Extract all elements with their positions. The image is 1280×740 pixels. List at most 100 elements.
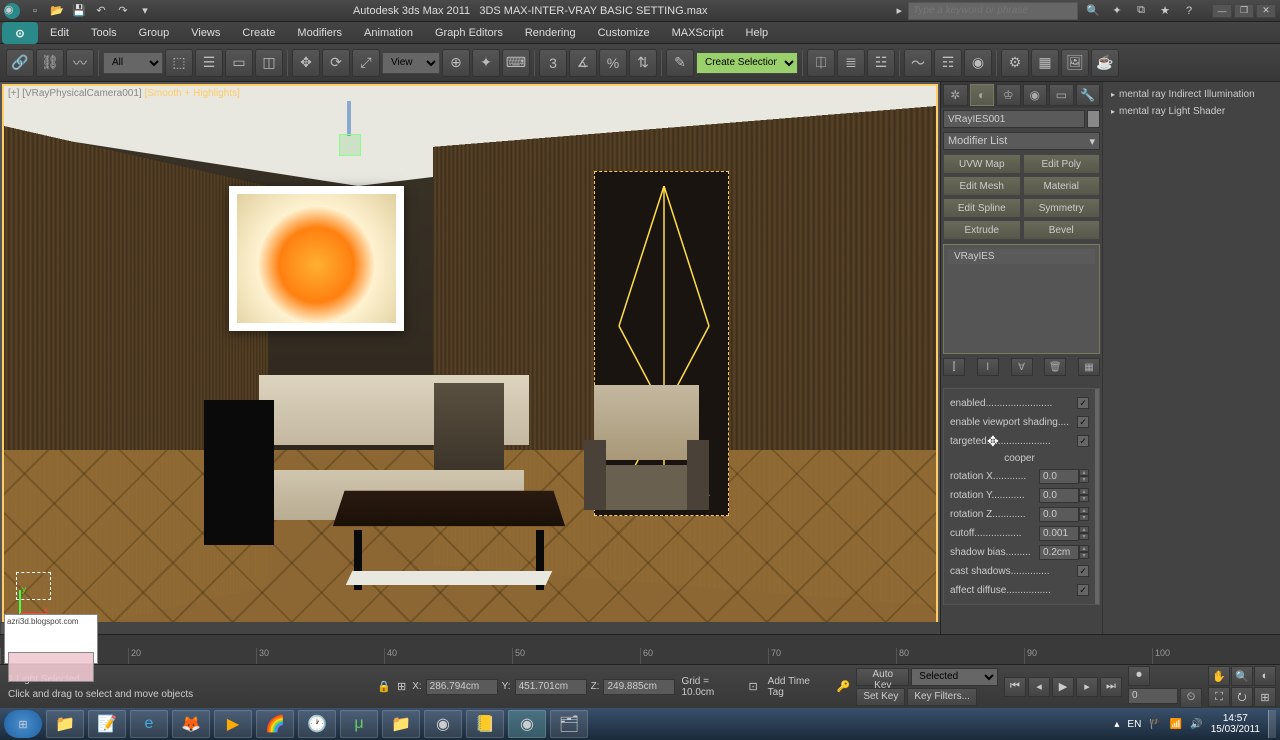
tray-network-icon[interactable]: 📶 [1170, 719, 1182, 730]
layers-icon[interactable]: ☳ [867, 49, 895, 77]
prev-frame-icon[interactable]: ◂ [1028, 677, 1050, 697]
tray-expand-icon[interactable]: ▴ [1114, 719, 1119, 730]
stack-pin-icon[interactable]: ⫿ [943, 358, 965, 376]
mod-extrude[interactable]: Extrude [943, 220, 1021, 240]
exchange-icon[interactable]: ⧉ [1132, 2, 1150, 20]
app-icon[interactable]: ◉ [4, 3, 20, 19]
show-desktop[interactable] [1268, 710, 1276, 738]
play-icon[interactable]: ▶ [1052, 677, 1074, 697]
maximize-vp-icon[interactable]: ⊞ [1254, 687, 1276, 707]
spinner-down-icon[interactable]: ▾ [1079, 476, 1089, 483]
rotate-icon[interactable]: ⟳ [322, 49, 350, 77]
qat-more-icon[interactable]: ▾ [136, 2, 154, 20]
task-chrome[interactable]: ◉ [424, 710, 462, 738]
viewport-area[interactable]: [+] [VRayPhysicalCamera001] [Smooth + Hi… [0, 82, 940, 634]
link-icon[interactable]: 🔗 [6, 49, 34, 77]
menu-grapheditors[interactable]: Graph Editors [425, 24, 513, 42]
autokey-button[interactable]: Auto Key [856, 668, 909, 686]
select-window-icon[interactable]: ◫ [255, 49, 283, 77]
schematic-icon[interactable]: ☶ [934, 49, 962, 77]
param-castshadows-checkbox[interactable]: ✓ [1077, 565, 1089, 577]
stack-remove-icon[interactable]: 🗑 [1044, 358, 1066, 376]
lock-icon[interactable]: 🔒 [377, 680, 391, 693]
spinner-snap-icon[interactable]: ⇅ [629, 49, 657, 77]
qat-redo-icon[interactable]: ↷ [114, 2, 132, 20]
ref-coord-dropdown[interactable]: View [382, 52, 440, 74]
modifier-stack[interactable]: VRayIES [943, 244, 1100, 354]
minimize-button[interactable]: — [1212, 4, 1232, 18]
tray-flag-icon[interactable]: 🏴 [1149, 719, 1161, 730]
coord-x-input[interactable] [426, 679, 498, 695]
menu-rendering[interactable]: Rendering [515, 24, 586, 42]
menu-views[interactable]: Views [181, 24, 230, 42]
menu-maxscript[interactable]: MAXScript [662, 24, 734, 42]
tab-modify[interactable]: ◐ [970, 84, 995, 106]
time-config-icon[interactable]: ⏲ [1180, 688, 1202, 708]
stack-show-icon[interactable]: Ⅰ [977, 358, 999, 376]
task-notepad[interactable]: 📝 [88, 710, 126, 738]
task-ie[interactable]: e [130, 710, 168, 738]
menu-edit[interactable]: Edit [40, 24, 79, 42]
mirror-icon[interactable]: ⎅ [807, 49, 835, 77]
util-mentalray-lightshader[interactable]: mental ray Light Shader [1107, 103, 1276, 120]
move-icon[interactable]: ✥ [292, 49, 320, 77]
current-frame-input[interactable] [1128, 688, 1178, 704]
next-frame-icon[interactable]: ▸ [1076, 677, 1098, 697]
param-rotx-input[interactable] [1039, 469, 1079, 484]
help-icon[interactable]: ? [1180, 2, 1198, 20]
rollout-scrollbar[interactable] [1095, 389, 1099, 604]
subscription-icon[interactable]: ✦ [1108, 2, 1126, 20]
menu-help[interactable]: Help [736, 24, 779, 42]
render-icon[interactable]: 🖼 [1061, 49, 1089, 77]
task-wmp[interactable]: ▶ [214, 710, 252, 738]
tab-hierarchy[interactable]: ♔ [996, 84, 1021, 106]
keyfilters-button[interactable]: Key Filters... [907, 688, 977, 706]
param-shadowbias-input[interactable] [1039, 545, 1079, 560]
param-iesfile-button[interactable]: cooper [950, 451, 1089, 466]
scale-icon[interactable]: ⤢ [352, 49, 380, 77]
task-firefox[interactable]: 🦊 [172, 710, 210, 738]
snap-percent-icon[interactable]: % [599, 49, 627, 77]
align-icon[interactable]: ≣ [837, 49, 865, 77]
restore-button[interactable]: ❐ [1234, 4, 1254, 18]
menu-animation[interactable]: Animation [354, 24, 423, 42]
tab-utilities[interactable]: 🔧 [1076, 84, 1101, 106]
menu-tools[interactable]: Tools [81, 24, 127, 42]
search-icon[interactable]: 🔍 [1084, 2, 1102, 20]
add-time-tag[interactable]: Add Time Tag [764, 675, 831, 699]
render-prod-icon[interactable]: ☕ [1091, 49, 1119, 77]
qat-open-icon[interactable]: 📂 [48, 2, 66, 20]
param-cutoff-input[interactable] [1039, 526, 1079, 541]
edit-selset-icon[interactable]: ✎ [666, 49, 694, 77]
infocenter-arrow-icon[interactable]: ▸ [896, 4, 902, 17]
task-picasa[interactable]: 🌈 [256, 710, 294, 738]
tray-volume-icon[interactable]: 🔊 [1190, 719, 1202, 730]
modifier-list-dropdown[interactable]: Modifier List▾ [943, 132, 1100, 150]
qat-save-icon[interactable]: 💾 [70, 2, 88, 20]
viewport-label[interactable]: [+] [VRayPhysicalCamera001] [Smooth + Hi… [8, 88, 240, 99]
stack-unique-icon[interactable]: ∀ [1011, 358, 1033, 376]
render-frame-icon[interactable]: ▦ [1031, 49, 1059, 77]
mod-material[interactable]: Material [1023, 176, 1101, 196]
timetag-icon[interactable]: ⊡ [748, 680, 757, 693]
zoom-icon[interactable]: 🔍 [1231, 666, 1253, 686]
util-mentalray-indirect[interactable]: mental ray Indirect Illumination [1107, 86, 1276, 103]
param-enabled-checkbox[interactable]: ✓ [1077, 397, 1089, 409]
selection-filter-dropdown[interactable]: All [103, 52, 163, 74]
goto-end-icon[interactable]: ⏭ [1100, 677, 1122, 697]
close-button[interactable]: ✕ [1256, 4, 1276, 18]
select-rect-icon[interactable]: ▭ [225, 49, 253, 77]
param-affectdiffuse-checkbox[interactable]: ✓ [1077, 584, 1089, 596]
fov-icon[interactable]: ◐ [1254, 666, 1276, 686]
keyboard-icon[interactable]: ⌨ [502, 49, 530, 77]
setkey-button[interactable]: Set Key [856, 688, 905, 706]
task-3dsmax[interactable]: ◉ [508, 710, 546, 738]
app-menu-button[interactable]: ⊙ [2, 22, 38, 44]
tray-clock[interactable]: 14:5715/03/2011 [1211, 713, 1260, 735]
material-editor-icon[interactable]: ◉ [964, 49, 992, 77]
search-input[interactable] [908, 2, 1078, 20]
key-mode-toggle-icon[interactable]: ⏺ [1128, 666, 1150, 686]
mod-uvwmap[interactable]: UVW Map [943, 154, 1021, 174]
menu-modifiers[interactable]: Modifiers [287, 24, 352, 42]
task-app[interactable]: 🗂 [550, 710, 588, 738]
